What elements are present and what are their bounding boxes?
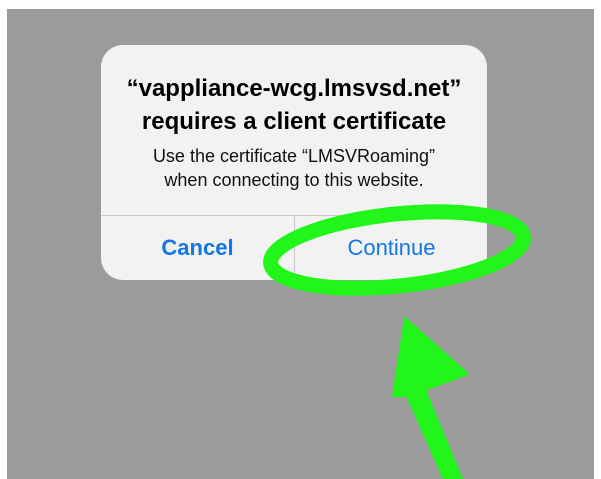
certificate-alert-dialog: “vappliance-wcg.lmsvsd.net” requires a c… [101,45,487,280]
alert-message-line-2: when connecting to this website. [164,170,424,190]
alert-title-line-1: “vappliance-wcg.lmsvsd.net” [126,75,462,102]
continue-button[interactable]: Continue [295,216,487,280]
alert-content: “vappliance-wcg.lmsvsd.net” requires a c… [101,45,487,215]
alert-title-line-2: requires a client certificate [141,108,447,135]
cancel-button[interactable]: Cancel [101,216,294,280]
alert-message-line-1: Use the certificate “LMSVRoaming” [152,146,436,166]
